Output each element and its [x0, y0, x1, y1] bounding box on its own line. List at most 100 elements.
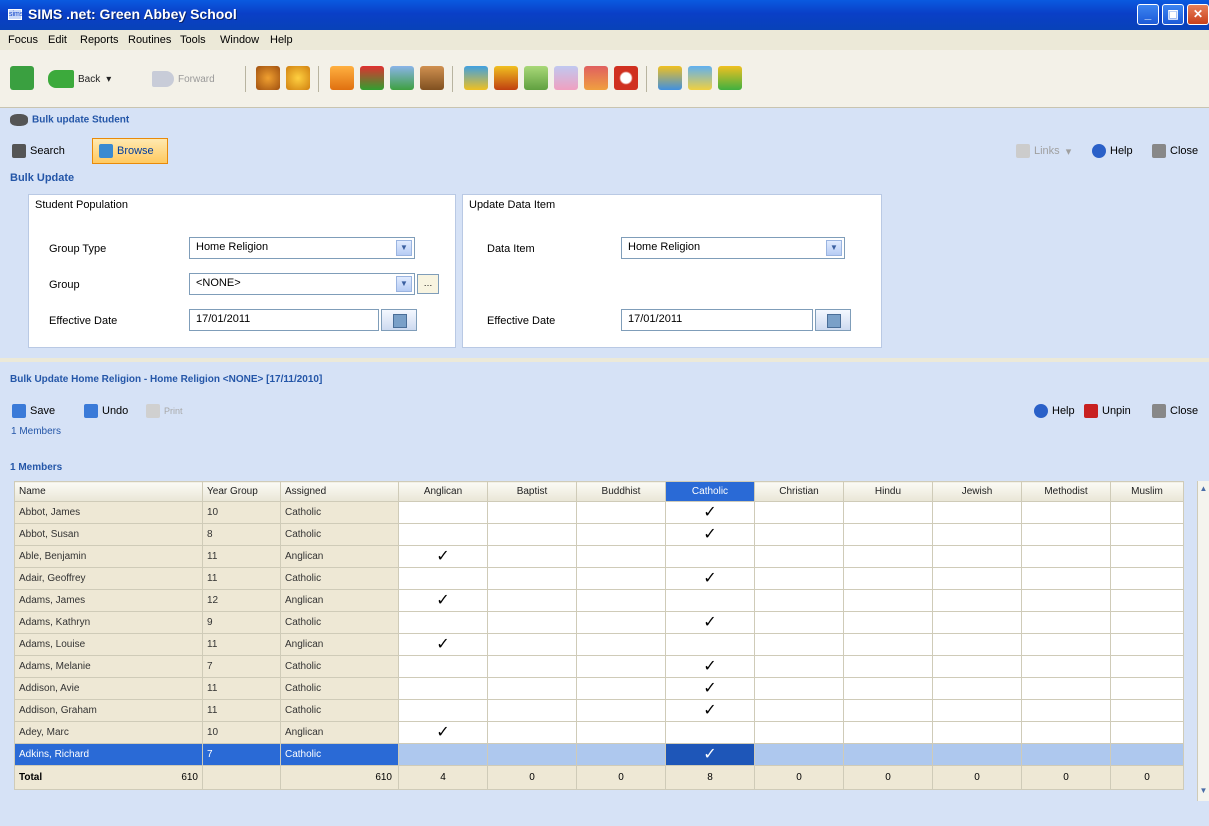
religion-cell-catholic[interactable]: ✓	[665, 743, 755, 766]
religion-cell-catholic[interactable]	[665, 545, 755, 568]
table-row[interactable]: Abbot, Susan 8 Catholic ✓	[14, 523, 1184, 546]
exchange-icon[interactable]	[688, 66, 712, 90]
scroll-down-icon[interactable]: ▼	[1198, 785, 1209, 796]
column-header-year-group[interactable]: Year Group	[202, 481, 281, 502]
religion-cell-catholic[interactable]: ✓	[665, 677, 755, 700]
religion-cell-hindu[interactable]	[843, 655, 933, 678]
religion-cell-methodist[interactable]	[1021, 699, 1111, 722]
religion-cell-baptist[interactable]	[487, 545, 577, 568]
menu-routines[interactable]: Routines	[128, 34, 171, 46]
religion-cell-buddhist[interactable]	[576, 699, 666, 722]
religion-cell-anglican[interactable]: ✓	[398, 721, 488, 744]
religion-cell-jewish[interactable]	[932, 523, 1022, 546]
religion-cell-jewish[interactable]	[932, 743, 1022, 766]
religion-cell-baptist[interactable]	[487, 633, 577, 656]
menu-focus[interactable]: Focus	[8, 34, 38, 46]
religion-cell-baptist[interactable]	[487, 677, 577, 700]
menu-reports[interactable]: Reports	[80, 34, 119, 46]
unpin-button[interactable]: Unpin	[1084, 400, 1131, 422]
religion-cell-christian[interactable]	[754, 743, 844, 766]
religion-cell-catholic[interactable]: ✓	[665, 501, 755, 524]
browse-button[interactable]: Browse	[92, 138, 168, 164]
religion-cell-jewish[interactable]	[932, 501, 1022, 524]
religion-cell-catholic[interactable]: ✓	[665, 567, 755, 590]
scroll-up-icon[interactable]: ▲	[1198, 483, 1209, 494]
religion-cell-baptist[interactable]	[487, 611, 577, 634]
table-row[interactable]: Adams, Kathryn 9 Catholic ✓	[14, 611, 1184, 634]
religion-cell-muslim[interactable]	[1110, 545, 1184, 568]
religion-cell-methodist[interactable]	[1021, 677, 1111, 700]
religion-cell-baptist[interactable]	[487, 589, 577, 612]
religion-cell-christian[interactable]	[754, 589, 844, 612]
table-row[interactable]: Adams, Melanie 7 Catholic ✓	[14, 655, 1184, 678]
close-button[interactable]: Close	[1152, 140, 1198, 162]
religion-cell-anglican[interactable]	[398, 677, 488, 700]
calendar-icon[interactable]	[381, 309, 417, 331]
help-button[interactable]: Help	[1092, 140, 1133, 162]
religion-cell-hindu[interactable]	[843, 743, 933, 766]
religion-cell-muslim[interactable]	[1110, 501, 1184, 524]
religion-cell-jewish[interactable]	[932, 545, 1022, 568]
religion-cell-hindu[interactable]	[843, 699, 933, 722]
religion-cell-methodist[interactable]	[1021, 611, 1111, 634]
religion-cell-catholic[interactable]: ✓	[665, 523, 755, 546]
menu-help[interactable]: Help	[270, 34, 293, 46]
books-icon[interactable]	[494, 66, 518, 90]
religion-cell-methodist[interactable]	[1021, 589, 1111, 612]
group-type-select[interactable]: Home Religion ▼	[189, 237, 415, 259]
column-header-methodist[interactable]: Methodist	[1021, 481, 1111, 502]
religion-cell-methodist[interactable]	[1021, 501, 1111, 524]
chevron-down-icon[interactable]: ▼	[396, 276, 412, 292]
back-dropdown-icon[interactable]: ▾	[106, 74, 111, 85]
links-button[interactable]: Links ▾	[1016, 140, 1071, 162]
religion-cell-christian[interactable]	[754, 633, 844, 656]
religion-cell-muslim[interactable]	[1110, 721, 1184, 744]
chart-icon[interactable]	[390, 66, 414, 90]
religion-cell-methodist[interactable]	[1021, 743, 1111, 766]
detail-close-button[interactable]: Close	[1152, 400, 1198, 422]
members-link[interactable]: 1 Members	[11, 426, 61, 437]
menu-edit[interactable]: Edit	[48, 34, 67, 46]
religion-cell-baptist[interactable]	[487, 567, 577, 590]
book-icon[interactable]	[464, 66, 488, 90]
religion-cell-hindu[interactable]	[843, 633, 933, 656]
data-item-select[interactable]: Home Religion ▼	[621, 237, 845, 259]
religion-cell-baptist[interactable]	[487, 743, 577, 766]
religion-cell-anglican[interactable]	[398, 501, 488, 524]
religion-cell-muslim[interactable]	[1110, 611, 1184, 634]
group-select[interactable]: <NONE> ▼	[189, 273, 415, 295]
religion-cell-jewish[interactable]	[932, 611, 1022, 634]
table-row[interactable]: Adkins, Richard 7 Catholic ✓	[14, 743, 1184, 766]
religion-cell-jewish[interactable]	[932, 699, 1022, 722]
religion-cell-buddhist[interactable]	[576, 611, 666, 634]
calendar-icon[interactable]	[815, 309, 851, 331]
religion-cell-buddhist[interactable]	[576, 501, 666, 524]
religion-cell-jewish[interactable]	[932, 721, 1022, 744]
religion-cell-catholic[interactable]: ✓	[665, 611, 755, 634]
religion-cell-hindu[interactable]	[843, 677, 933, 700]
religion-cell-muslim[interactable]	[1110, 633, 1184, 656]
table-row[interactable]: Able, Benjamin 11 Anglican ✓	[14, 545, 1184, 568]
table-row[interactable]: Addison, Graham 11 Catholic ✓	[14, 699, 1184, 722]
religion-cell-catholic[interactable]: ✓	[665, 655, 755, 678]
religion-cell-anglican[interactable]: ✓	[398, 589, 488, 612]
back-button[interactable]: Back ▾	[48, 67, 111, 91]
people-icon[interactable]	[256, 66, 280, 90]
religion-cell-muslim[interactable]	[1110, 567, 1184, 590]
print-button[interactable]: Print	[146, 400, 183, 422]
religion-cell-buddhist[interactable]	[576, 655, 666, 678]
update-effective-date-input[interactable]: 17/01/2011	[621, 309, 813, 331]
grid-scrollbar[interactable]: ▲ ▼	[1197, 481, 1209, 801]
religion-cell-baptist[interactable]	[487, 721, 577, 744]
search-button[interactable]: Search	[12, 140, 65, 162]
religion-cell-christian[interactable]	[754, 545, 844, 568]
religion-cell-methodist[interactable]	[1021, 523, 1111, 546]
report-icon[interactable]	[524, 66, 548, 90]
religion-cell-muslim[interactable]	[1110, 523, 1184, 546]
chevron-down-icon[interactable]: ▼	[396, 240, 412, 256]
religion-cell-anglican[interactable]	[398, 743, 488, 766]
religion-cell-baptist[interactable]	[487, 501, 577, 524]
religion-cell-anglican[interactable]	[398, 655, 488, 678]
religion-cell-baptist[interactable]	[487, 699, 577, 722]
religion-cell-buddhist[interactable]	[576, 677, 666, 700]
